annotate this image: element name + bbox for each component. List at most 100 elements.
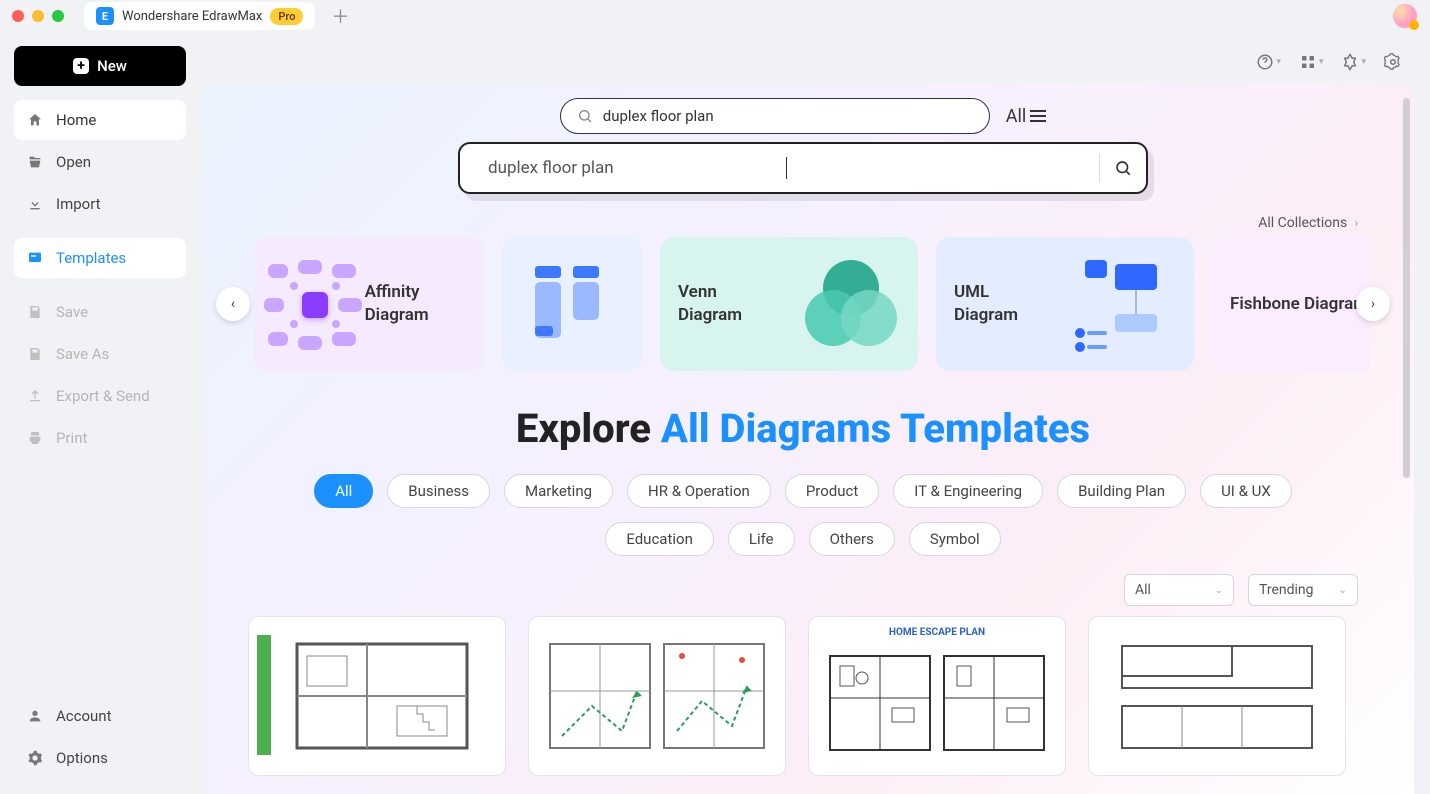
sidebar-item-import[interactable]: Import [14,184,186,224]
sidebar-item-label: Options [56,749,108,767]
filter-pill-ui-ux[interactable]: UI & UX [1200,474,1292,508]
sidebar-item-label: Templates [56,249,126,267]
filter-pill-all[interactable]: All [314,474,373,508]
sidebar-item-label: Import [56,195,101,213]
new-button[interactable]: + New [14,46,186,86]
chevron-down-icon: ▾ [1361,57,1366,67]
floorplan-thumbnail-icon [822,648,1052,758]
app-tab[interactable]: E Wondershare EdrawMax Pro [84,2,315,30]
filter-pill-product[interactable]: Product [785,474,879,508]
venn-art-icon [795,254,900,354]
menu-icon [1030,110,1046,122]
sort-select[interactable]: Trending⌄ [1248,574,1358,606]
filter-pill-life[interactable]: Life [728,522,795,556]
sidebar-item-label: Save [56,303,88,321]
filter-pill-others[interactable]: Others [809,522,895,556]
chevron-down-icon: ▾ [1276,57,1281,67]
all-collections-link[interactable]: All Collections › [1258,215,1358,231]
category-filter-row: All Business Marketing HR & Operation Pr… [204,474,1402,508]
templates-icon [26,249,44,267]
kanban-art-icon [516,254,626,354]
minimize-window-button[interactable] [32,10,44,22]
top-toolbar: ▾ ▾ ▾ [202,40,1414,84]
sidebar-item-home[interactable]: Home [14,100,186,140]
collection-card-label: Fishbone Diagram [1230,293,1368,316]
floorplan-accent [257,635,271,755]
chevron-down-icon: ⌄ [1215,585,1223,596]
hero-search-value: duplex floor plan [488,158,786,178]
collection-card-label: UML Diagram [954,281,1055,327]
hero-search-box[interactable]: duplex floor plan [458,142,1148,194]
sidebar-item-open[interactable]: Open [14,142,186,182]
search-filter-all[interactable]: All [1006,106,1047,127]
carousel-next-button[interactable]: › [1356,287,1390,321]
filter-pill-education[interactable]: Education [605,522,714,556]
template-search-input[interactable] [603,107,973,125]
save-icon [26,303,44,321]
import-icon [26,195,44,213]
sidebar-item-options[interactable]: Options [14,738,186,778]
avatar[interactable] [1392,3,1418,29]
filter-pill-hr-operation[interactable]: HR & Operation [627,474,771,508]
export-icon [26,387,44,405]
hero-search-submit[interactable] [1114,159,1132,177]
filter-pill-building-plan[interactable]: Building Plan [1057,474,1186,508]
collection-card-kanban[interactable] [502,237,642,371]
explore-heading: Explore All Diagrams Templates [204,405,1402,452]
print-icon [26,429,44,447]
sidebar-item-export-send: Export & Send [14,376,186,416]
options-icon [26,749,44,767]
pro-badge: Pro [270,8,303,25]
collection-card-affinity[interactable]: Affinity Diagram [254,237,484,371]
template-search-pill[interactable] [560,98,990,134]
sidebar-item-label: Account [56,707,112,725]
filter-pill-marketing[interactable]: Marketing [504,474,613,508]
template-card[interactable] [248,616,506,776]
chevron-down-icon: ▾ [1319,57,1324,67]
collection-card-label: Affinity Diagram [365,281,466,327]
sidebar-item-label: Save As [56,345,109,363]
filter-pill-symbol[interactable]: Symbol [909,522,1001,556]
help-menu[interactable]: ▾ [1256,53,1281,71]
close-window-button[interactable] [12,10,24,22]
sidebar-item-save-as: Save As [14,334,186,374]
sidebar-item-save: Save [14,292,186,332]
carousel-prev-button[interactable]: ‹ [216,287,250,321]
sidebar-item-account[interactable]: Account [14,696,186,736]
scrollbar[interactable] [1403,98,1410,478]
template-card[interactable] [1088,616,1346,776]
sidebar: + New Home Open Import Templat [0,32,200,794]
sidebar-item-templates[interactable]: Templates [14,238,186,278]
category-filter-row-2: Education Life Others Symbol [204,522,1402,556]
app-logo-icon: E [96,7,114,25]
window-controls [12,10,64,22]
filter-pill-it-engineering[interactable]: IT & Engineering [893,474,1043,508]
app-title: Wondershare EdrawMax [122,9,262,24]
maximize-window-button[interactable] [52,10,64,22]
collection-card-venn[interactable]: Venn Diagram [660,237,918,371]
template-thumbnail-label: HOME ESCAPE PLAN [809,627,1065,638]
apps-menu[interactable]: ▾ [1299,53,1324,71]
collection-card-uml[interactable]: UML Diagram [936,237,1194,371]
save-as-icon [26,345,44,363]
collection-card-label: Venn Diagram [678,281,781,327]
text-cursor [786,157,787,179]
plus-icon: + [73,58,89,74]
titlebar: E Wondershare EdrawMax Pro ＋ [0,0,1430,32]
floorplan-thumbnail-icon [1102,636,1332,756]
theme-menu[interactable]: ▾ [1341,53,1366,71]
template-card[interactable]: HOME ESCAPE PLAN [808,616,1066,776]
new-tab-button[interactable]: ＋ [331,3,349,29]
sidebar-item-print: Print [14,418,186,458]
new-button-label: New [97,57,127,75]
search-filter-label: All [1006,106,1027,127]
collection-card-fishbone[interactable]: Fishbone Diagram [1212,237,1370,371]
sidebar-item-label: Home [56,111,96,129]
sidebar-item-label: Open [56,153,91,171]
chevron-right-icon: › [1355,217,1358,230]
filter-pill-business[interactable]: Business [387,474,490,508]
settings-button[interactable] [1384,53,1402,71]
filter-select[interactable]: All⌄ [1124,574,1234,606]
template-card[interactable] [528,616,786,776]
home-icon [26,111,44,129]
